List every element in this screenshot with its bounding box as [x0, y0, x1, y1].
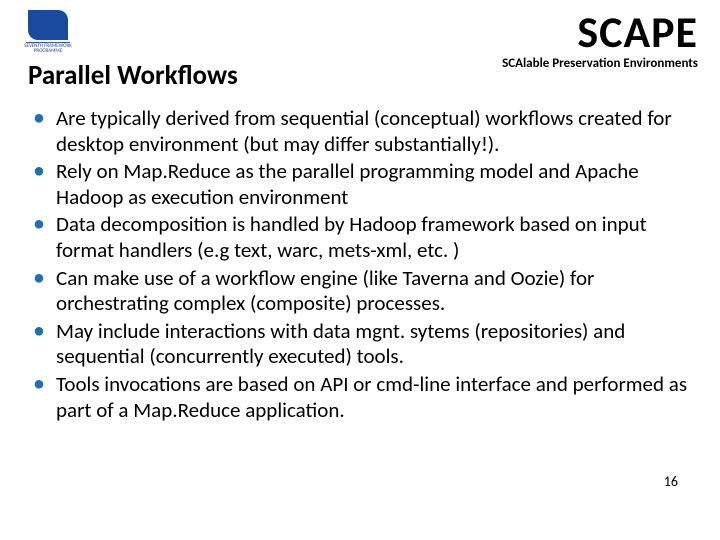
bullet-text: Data decomposition is handled by Hadoop … [56, 211, 647, 263]
brand-subtitle: SCAlable Preservation Environments [502, 56, 698, 71]
list-item: Are typically derived from sequential (c… [32, 106, 696, 157]
list-item: Rely on Map.Reduce as the parallel progr… [32, 159, 696, 210]
slide: 7 SEVENTH FRAMEWORK PROGRAMME SCAPE SCAl… [0, 0, 720, 540]
brand: SCAPE SCAlable Preservation Environments [502, 10, 698, 71]
bullet-text: Are typically derived from sequential (c… [56, 105, 672, 157]
list-item: May include interactions with data mgnt.… [32, 319, 696, 370]
bullet-list: Are typically derived from sequential (c… [22, 106, 698, 423]
list-item: Can make use of a workflow engine (like … [32, 266, 696, 317]
bullet-text: Rely on Map.Reduce as the parallel progr… [56, 158, 639, 210]
list-item: Tools invocations are based on API or cm… [32, 372, 696, 423]
fp7-logo: 7 SEVENTH FRAMEWORK PROGRAMME [22, 10, 74, 54]
list-item: Data decomposition is handled by Hadoop … [32, 212, 696, 263]
bullet-text: Can make use of a workflow engine (like … [56, 265, 594, 317]
bullet-text: May include interactions with data mgnt.… [56, 318, 625, 370]
page-number: 16 [664, 473, 678, 490]
logo-subtext: SEVENTH FRAMEWORK PROGRAMME [22, 44, 74, 54]
brand-title: SCAPE [502, 10, 698, 54]
bullet-text: Tools invocations are based on API or cm… [56, 371, 687, 423]
logo-flag-icon [28, 10, 68, 40]
